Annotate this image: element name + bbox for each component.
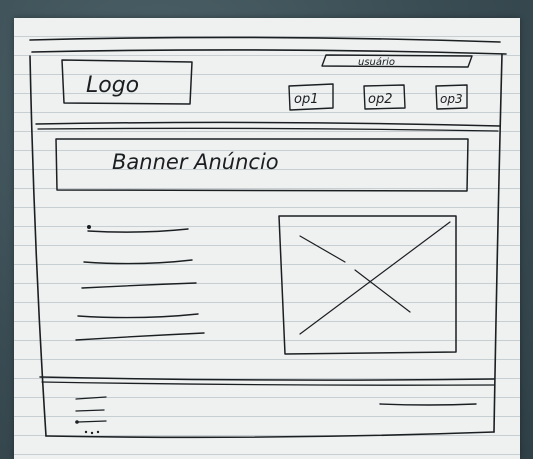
nav-op3-button[interactable]: op3 <box>435 84 468 110</box>
nav-op2-button[interactable]: op2 <box>363 84 406 110</box>
banner-label: Banner Anúncio <box>112 150 279 174</box>
nav-op2-label: op2 <box>368 92 392 107</box>
text-placeholder <box>75 225 205 341</box>
header-divider <box>35 121 501 132</box>
image-placeholder <box>278 215 457 355</box>
footer-divider <box>39 376 495 386</box>
footer-links-placeholder <box>75 396 107 435</box>
header: Logo usuário op1 op2 op3 <box>61 54 473 111</box>
logo-box[interactable]: Logo <box>61 59 193 105</box>
nav-op1-button[interactable]: op1 <box>288 83 334 111</box>
user-label: usuário <box>358 56 395 68</box>
nav-op3-label: op3 <box>440 92 463 106</box>
user-field[interactable]: usuário <box>321 54 473 68</box>
wireframe-sketch: Logo usuário op1 op2 op3 Banner Anúncio <box>29 36 507 439</box>
wireframe-photo: Logo usuário op1 op2 op3 Banner Anúncio <box>0 0 533 459</box>
banner-box[interactable]: Banner Anúncio <box>55 138 469 192</box>
nav-op1-label: op1 <box>294 92 318 107</box>
footer-text-placeholder <box>379 403 477 406</box>
logo-label: Logo <box>86 73 139 98</box>
